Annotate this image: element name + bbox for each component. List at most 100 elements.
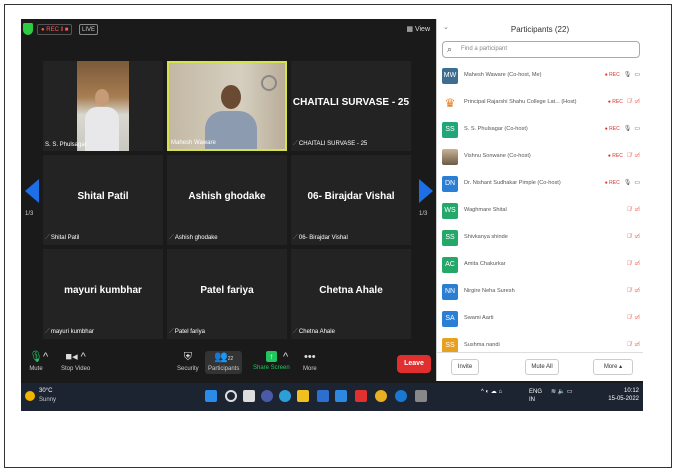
video-tile[interactable]: Ashish ghodake ⟋Ashish ghodake [167, 155, 287, 245]
video-tile-active-speaker[interactable]: Mahesh Waware [167, 61, 287, 151]
camera-off-icon[interactable]: ▭̸ [634, 261, 640, 267]
share-options-chevron-icon[interactable]: ^ [283, 351, 288, 366]
camera-on-icon[interactable]: ▭ [634, 72, 640, 78]
participant-row[interactable]: AC Amita Chakurkar 🎙̸ ▭̸ [437, 252, 643, 279]
participant-avatar: MW [442, 68, 458, 84]
camera-off-icon[interactable]: ▭̸ [634, 207, 640, 213]
panel-footer: Invite Mute All More ▴ [437, 352, 643, 381]
tile-center-name: mayuri kumbhar [64, 285, 142, 296]
participant-row[interactable]: DN Dr. Nishant Sudhakar Pimple (Co-host) ●… [437, 171, 643, 198]
invite-button[interactable]: Invite [451, 359, 479, 375]
camera-off-icon[interactable]: ▭̸ [634, 315, 640, 321]
video-tile[interactable]: S. S. Phulsagar [43, 61, 163, 151]
language-code: ENG [529, 389, 543, 395]
video-tile[interactable]: CHAITALI SURVASE - 25 ⟋CHAITALI SURVASE … [291, 61, 411, 151]
participants-button[interactable]: 👥22 Participants [205, 351, 243, 374]
next-page-arrow-icon[interactable] [419, 179, 433, 203]
participant-row[interactable]: WS Waghmare Shital 🎙̸ ▭̸ [437, 198, 643, 225]
participant-row[interactable]: SS Shivkanya shinde 🎙̸ ▭̸ [437, 225, 643, 252]
edge-browser-icon[interactable] [279, 390, 291, 402]
video-tile[interactable]: mayuri kumbhar ⟋mayuri kumbhar [43, 249, 163, 339]
microphone-on-icon[interactable]: 🎙 [624, 180, 632, 186]
tile-center-name: Patel fariya [200, 285, 254, 296]
mute-options-chevron-icon[interactable]: ^ [43, 351, 48, 366]
participant-row[interactable]: SA Swami Aarti 🎙̸ ▭̸ [437, 306, 643, 333]
mute-button[interactable]: 🎙 Mute [29, 351, 43, 372]
mute-all-button[interactable]: Mute All [525, 359, 559, 375]
more-button[interactable]: ••• More [303, 351, 317, 372]
camera-off-icon[interactable]: ▭̸ [634, 153, 640, 159]
media-icon[interactable] [355, 390, 367, 402]
participant-name: Waghmare Shital [464, 207, 507, 213]
video-tile[interactable]: Chetna Ahale ⟋Chetna Ahale [291, 249, 411, 339]
system-clock[interactable]: 10:12 15-05-2022 [608, 387, 639, 403]
meet-icon[interactable] [261, 390, 273, 402]
video-tile[interactable]: Patel fariya ⟋Patel fariya [167, 249, 287, 339]
app-icon[interactable] [395, 390, 407, 402]
participant-list: MW Mahesh Waware (Co-host, Me) ● REC 🎙 ▭ ♛ Pri… [437, 63, 643, 360]
participant-name: Swami Aarti [464, 315, 494, 321]
microphone-muted-icon[interactable]: 🎙̸ [627, 342, 632, 348]
file-explorer-icon[interactable] [297, 390, 309, 402]
mic-muted-icon: ⟋ [45, 328, 50, 335]
camera-off-icon[interactable]: ▭̸ [634, 342, 640, 348]
participant-avatar: SS [442, 230, 458, 246]
security-button[interactable]: ⛨ Security [177, 351, 199, 372]
search-icon[interactable] [225, 390, 237, 402]
prev-page-arrow-icon[interactable] [25, 179, 39, 203]
tile-label: S. S. Phulsagar [45, 142, 87, 148]
shield-icon[interactable] [23, 23, 33, 35]
participant-row[interactable]: NN Nirgire Neha Suresh 🎙̸ ▭̸ [437, 279, 643, 306]
chrome-browser-icon[interactable] [375, 390, 387, 402]
participant-row[interactable]: Vishnu Sonwane (Co-host) ● REC 🎙̸ ▭̸ [437, 144, 643, 171]
mic-muted-icon: ⟋ [169, 234, 174, 241]
app-icon[interactable] [415, 390, 427, 402]
microphone-on-icon[interactable]: 🎙 [624, 72, 632, 78]
view-button[interactable]: ▦ View [406, 25, 430, 33]
camera-off-icon[interactable]: ▭̸ [634, 99, 640, 105]
microphone-muted-icon[interactable]: 🎙̸ [627, 288, 632, 294]
video-gallery: S. S. Phulsagar Mahesh Waware CHAITALI S… [43, 61, 413, 345]
tile-center-name: 06- Birajdar Vishal [307, 191, 395, 202]
task-view-icon[interactable] [243, 390, 255, 402]
recording-badge[interactable]: ● REC ‖ ■ [37, 24, 73, 35]
sun-weather-icon[interactable] [25, 391, 35, 401]
camera-on-icon[interactable]: ▭ [634, 126, 640, 132]
video-tile[interactable]: Shital Patil ⟋Shital Patil [43, 155, 163, 245]
participant-status: ● REC 🎙 ▭ [605, 179, 640, 186]
microphone-muted-icon[interactable]: 🎙̸ [627, 261, 632, 267]
stop-video-button[interactable]: ■◂ ^ Stop Video [61, 351, 90, 372]
camera-on-icon[interactable]: ▭ [634, 180, 640, 186]
store-icon[interactable] [317, 390, 329, 402]
camera-off-icon[interactable]: ▭̸ [634, 234, 640, 240]
more-options-button[interactable]: More ▴ [593, 359, 633, 375]
camera-off-icon[interactable]: ▭̸ [634, 288, 640, 294]
network-volume-icons[interactable]: ≋ 🔈 ▭ [551, 388, 573, 395]
tile-label: ⟋Patel fariya [169, 328, 205, 335]
more-label: More [303, 366, 317, 372]
participant-search-input[interactable]: ⌕ Find a participant [442, 41, 640, 58]
avatar-initials: MW [443, 72, 457, 79]
participant-row[interactable]: SS S. S. Phulsagar (Co-host) ● REC 🎙 ▭ [437, 117, 643, 144]
participant-row[interactable]: ♛ Principal Rajarshi Shahu College Lat...… [437, 90, 643, 117]
microphone-on-icon[interactable]: 🎙 [624, 126, 632, 132]
windows-start-icon[interactable] [205, 390, 217, 402]
video-tile[interactable]: 06- Birajdar Vishal ⟋06- Birajdar Vishal [291, 155, 411, 245]
participants-icon: 👥22 [214, 351, 234, 363]
weather-description: Sunny [39, 397, 57, 403]
leave-button[interactable]: Leave [397, 355, 431, 373]
app-icon[interactable] [335, 390, 347, 402]
language-indicator[interactable]: ENG IN [529, 388, 542, 404]
microphone-muted-icon[interactable]: 🎙̸ [627, 315, 632, 321]
stop-video-label: Stop Video [61, 366, 91, 372]
avatar-initials: DN [444, 180, 456, 187]
microphone-muted-icon[interactable]: 🎙̸ [627, 207, 632, 213]
live-badge[interactable]: LIVE [79, 24, 99, 35]
microphone-muted-icon[interactable]: 🎙̸ [627, 99, 632, 105]
microphone-muted-icon[interactable]: 🎙̸ [627, 234, 632, 240]
tray-icons[interactable]: ^ ◐ ☁ ⌂ [481, 388, 502, 395]
microphone-muted-icon[interactable]: 🎙̸ [627, 153, 632, 159]
participant-avatar: ♛ [442, 95, 458, 111]
participants-label: Participants [208, 366, 240, 372]
participant-row[interactable]: MW Mahesh Waware (Co-host, Me) ● REC 🎙 ▭ [437, 63, 643, 90]
